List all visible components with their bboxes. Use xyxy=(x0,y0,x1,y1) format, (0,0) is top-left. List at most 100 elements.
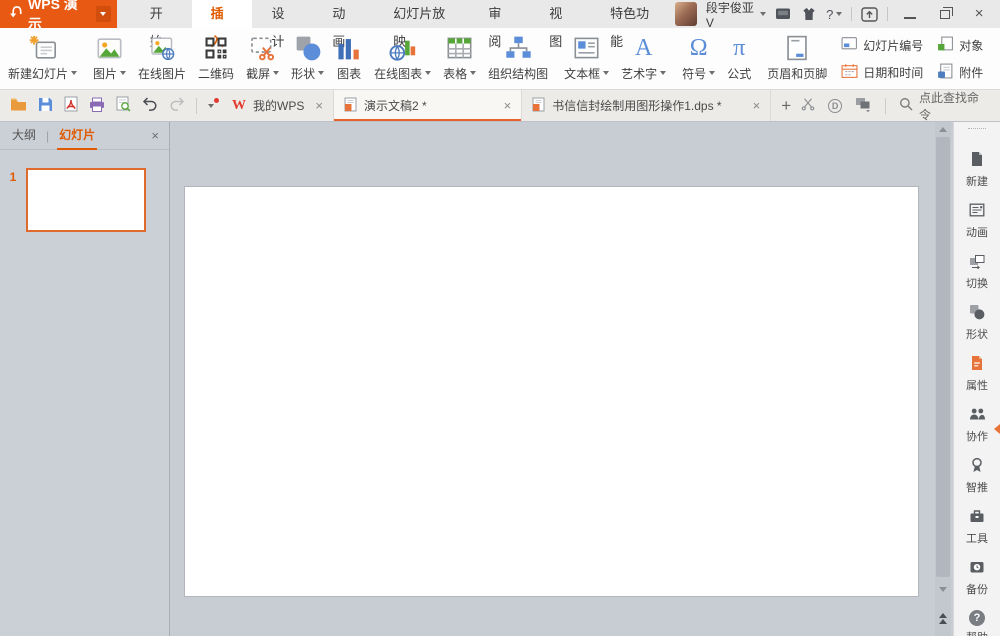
minimize-button[interactable] xyxy=(897,0,923,28)
object-icon xyxy=(937,36,954,55)
app-menu-caret[interactable] xyxy=(95,6,111,22)
new-slide-button[interactable]: 新建幻灯片 xyxy=(2,31,83,87)
qr-code-button[interactable]: 二维码 xyxy=(192,31,240,87)
slide-editing-surface[interactable] xyxy=(184,186,919,597)
switch-window-icon[interactable] xyxy=(855,97,872,115)
shapes-pane-icon xyxy=(969,304,985,323)
print-preview-icon[interactable] xyxy=(116,96,131,115)
scroll-down-button[interactable] xyxy=(935,582,951,596)
customize-toolbar-caret[interactable] xyxy=(208,97,219,108)
wps-logo-icon: ⮏ xyxy=(10,3,22,21)
shapes-button[interactable]: 形状 xyxy=(285,31,330,87)
symbol-button[interactable]: Ω 符号 xyxy=(676,31,721,87)
wps-home-icon: W xyxy=(232,97,246,113)
history-version-icon[interactable]: D xyxy=(828,98,843,113)
tab-review[interactable]: 审阅 xyxy=(469,0,530,49)
toolbox-icon xyxy=(969,508,985,527)
picture-button[interactable]: 图片 xyxy=(87,31,132,87)
formula-button[interactable]: π 公式 xyxy=(721,31,757,87)
sidebar-item-help[interactable]: ? 帮助 xyxy=(966,610,988,636)
tab-slideshow[interactable]: 幻灯片放映 xyxy=(374,0,469,49)
tab-view[interactable]: 视图 xyxy=(530,0,591,49)
title-bar: ⮏ WPS 演示 开始 插入 设计 动画 幻灯片放映 审阅 视图 特色功能 段宇… xyxy=(0,0,1000,49)
print-icon[interactable] xyxy=(89,97,105,115)
new-doc-icon xyxy=(969,151,985,170)
doc-tab-presentation2[interactable]: 演示文稿2 * × xyxy=(333,90,523,121)
command-search[interactable]: 点此查找命令 xyxy=(899,89,990,123)
help-menu[interactable]: ? xyxy=(826,7,843,22)
fullscreen-icon[interactable] xyxy=(861,5,878,23)
sidebar-item-smart-recommend[interactable]: 智推 xyxy=(966,457,988,495)
right-sidebar: 新建 动画 切换 形状 属性 协作 智推 工具 备份 ? xyxy=(953,122,1000,636)
redo-icon[interactable] xyxy=(169,97,185,114)
app-logo[interactable]: ⮏ WPS 演示 xyxy=(0,0,117,32)
medal-icon xyxy=(969,457,985,476)
restore-button[interactable] xyxy=(932,0,958,28)
text-box-icon xyxy=(573,34,600,62)
slide-panel-header: 大纲 | 幻灯片 × xyxy=(0,122,169,150)
object-button[interactable]: 对象 xyxy=(937,36,983,55)
online-picture-button[interactable]: 在线图片 xyxy=(132,31,192,87)
message-center-icon[interactable] xyxy=(775,5,791,23)
sidebar-item-new[interactable]: 新建 xyxy=(966,151,988,189)
scroll-to-top-button[interactable] xyxy=(935,608,951,628)
table-button[interactable]: 表格 xyxy=(437,31,482,87)
tab-animation[interactable]: 动画 xyxy=(313,0,374,49)
scroll-up-button[interactable] xyxy=(935,122,951,136)
close-tab-icon[interactable]: × xyxy=(504,98,512,113)
picture-icon xyxy=(96,34,123,62)
titlebar-right: 段宇俊亚V ? × xyxy=(674,0,1000,30)
open-file-icon[interactable] xyxy=(10,97,27,115)
sidebar-item-backup[interactable]: 备份 xyxy=(966,559,988,597)
user-avatar[interactable] xyxy=(674,2,697,26)
editing-canvas[interactable] xyxy=(170,122,953,636)
user-account[interactable]: 段宇俊亚V xyxy=(706,0,767,30)
doc-tab-letter-envelope[interactable]: 书信信封绘制用图形操作1.dps * × xyxy=(522,90,772,121)
save-icon[interactable] xyxy=(38,97,53,115)
new-tab-button[interactable]: + xyxy=(771,90,801,121)
sidebar-item-shapes[interactable]: 形状 xyxy=(966,304,988,342)
sidebar-item-transition[interactable]: 切换 xyxy=(966,253,988,291)
sidebar-item-collaboration[interactable]: 协作 xyxy=(966,406,988,444)
slide-thumbnail-1[interactable] xyxy=(26,168,146,232)
online-chart-button[interactable]: 在线图表 xyxy=(368,31,437,87)
sidebar-item-animation[interactable]: 动画 xyxy=(966,202,988,240)
tab-insert[interactable]: 插入 xyxy=(191,0,253,49)
sidebar-item-properties[interactable]: 属性 xyxy=(966,355,988,393)
close-tab-icon[interactable]: × xyxy=(753,98,761,113)
attachment-button[interactable]: 附件 xyxy=(937,63,983,82)
vertical-scrollbar[interactable] xyxy=(935,122,951,636)
text-box-button[interactable]: 文本框 xyxy=(558,31,615,87)
tab-design[interactable]: 设计 xyxy=(252,0,313,49)
audio-button[interactable]: 音频 xyxy=(995,31,1000,87)
close-button[interactable]: × xyxy=(966,0,992,28)
org-chart-button[interactable]: 组织结构图 xyxy=(482,31,554,87)
menu-tab-bar: 开始 插入 设计 动画 幻灯片放映 审阅 视图 特色功能 xyxy=(131,0,675,49)
export-pdf-icon[interactable] xyxy=(64,96,78,115)
tab-home[interactable]: 开始 xyxy=(131,0,192,49)
sidebar-expand-arrow[interactable] xyxy=(994,424,1000,434)
screenshot-button[interactable]: 截屏 xyxy=(240,31,285,87)
slide-number-button[interactable]: 幻灯片编号 xyxy=(841,36,923,55)
scissors-icon[interactable] xyxy=(801,97,815,114)
pi-formula-icon: π xyxy=(733,34,746,61)
header-footer-button[interactable]: 页眉和页脚 xyxy=(761,31,833,87)
shapes-icon xyxy=(295,34,321,62)
date-time-button[interactable]: 日期和时间 xyxy=(841,63,923,82)
slides-tab[interactable]: 幻灯片 xyxy=(57,122,98,150)
scrollbar-thumb[interactable] xyxy=(936,137,950,577)
doc-tab-my-wps[interactable]: W 我的WPS × xyxy=(222,90,334,121)
skin-icon[interactable] xyxy=(801,5,817,23)
slide-number-icon xyxy=(841,36,858,54)
outline-tab[interactable]: 大纲 xyxy=(10,122,38,150)
wordart-button[interactable]: A 艺术字 xyxy=(615,31,672,87)
chart-button[interactable]: 图表 xyxy=(330,31,368,87)
table-icon xyxy=(446,34,473,62)
ribbon-small-group: 幻灯片编号 对象 日期和时间 附件 xyxy=(833,36,991,82)
sidebar-item-tools[interactable]: 工具 xyxy=(966,508,988,546)
tab-special-features[interactable]: 特色功能 xyxy=(591,0,675,49)
undo-icon[interactable] xyxy=(142,97,158,114)
close-tab-icon[interactable]: × xyxy=(315,98,323,113)
sidebar-handle[interactable] xyxy=(968,128,986,129)
close-panel-icon[interactable]: × xyxy=(151,128,159,143)
